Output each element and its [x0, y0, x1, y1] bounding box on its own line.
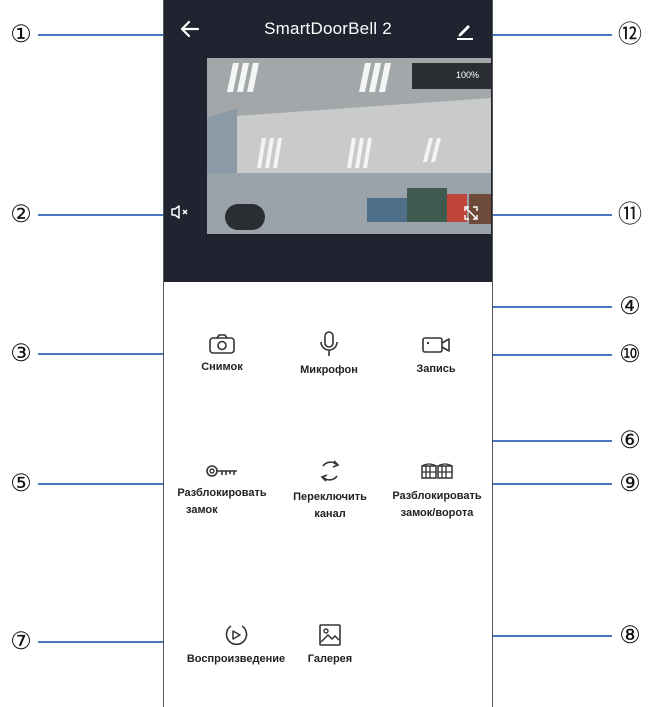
- key-icon: [206, 465, 237, 477]
- record-button[interactable]: Запись: [378, 335, 492, 378]
- callout-11: ⑪: [618, 200, 642, 228]
- gallery-label: Галерея: [307, 653, 353, 665]
- phone-screen: SmartDoorBell 2 100% Снимок Микрофон Зап…: [163, 0, 493, 707]
- callout-12: ⑫: [618, 20, 642, 48]
- callout-line-1: [38, 34, 178, 36]
- playback-button[interactable]: Воспроизведение: [172, 622, 300, 668]
- record-label: Запись: [416, 363, 456, 375]
- playback-label: Воспроизведение: [186, 653, 286, 665]
- callout-3: ③: [10, 339, 32, 367]
- playback-icon: [225, 625, 248, 646]
- gallery-icon: [319, 624, 341, 646]
- edit-icon[interactable]: [454, 19, 476, 41]
- unlock-gate-button[interactable]: Разблокировать замок/ворота: [380, 462, 492, 522]
- live-video-feed[interactable]: 100%: [207, 58, 491, 234]
- camera-icon: [209, 334, 235, 354]
- unlock-lock-label-2: замок: [186, 504, 218, 516]
- switch-channel-icon: [320, 460, 340, 482]
- unlock-gate-label: Разблокировать: [392, 490, 482, 502]
- gate-icon: [421, 463, 453, 479]
- callout-line-2: [38, 214, 163, 216]
- video-scene: [207, 58, 491, 234]
- speaker-mute-icon[interactable]: [170, 204, 190, 220]
- snapshot-label: Снимок: [201, 361, 243, 373]
- callout-4: ④: [619, 292, 641, 320]
- zoom-label: 100%: [455, 70, 479, 80]
- gallery-button[interactable]: Галерея: [290, 623, 370, 668]
- microphone-label: Микрофон: [300, 364, 358, 376]
- callout-line-12: [480, 34, 612, 36]
- microphone-icon: [320, 331, 338, 356]
- callout-6: ⑥: [619, 426, 641, 454]
- callout-line-11: [480, 214, 612, 216]
- callout-line-10: [482, 354, 612, 356]
- callout-10: ⑩: [619, 340, 641, 368]
- snapshot-button[interactable]: Снимок: [164, 333, 280, 376]
- page-title: SmartDoorBell 2: [264, 19, 392, 38]
- fullscreen-icon[interactable]: [464, 206, 478, 220]
- callout-8: ⑧: [619, 621, 641, 649]
- callout-5: ⑤: [10, 469, 32, 497]
- unlock-gate-label-2: замок/ворота: [400, 507, 474, 519]
- switch-channel-label: Переключить: [293, 491, 367, 503]
- switch-channel-button[interactable]: Переключить канал: [278, 458, 382, 523]
- callout-7: ⑦: [10, 627, 32, 655]
- switch-channel-label-2: канал: [314, 508, 346, 520]
- callout-9: ⑨: [619, 469, 641, 497]
- callout-line-9: [492, 483, 612, 485]
- unlock-lock-button[interactable]: Разблокировать замок: [164, 463, 280, 519]
- callout-2: ②: [10, 200, 32, 228]
- callout-1: ①: [10, 20, 32, 48]
- microphone-button[interactable]: Микрофон: [276, 330, 382, 379]
- video-camera-icon: [422, 337, 450, 353]
- title-bar: SmartDoorBell 2: [164, 0, 492, 58]
- unlock-lock-label: Разблокировать: [177, 487, 267, 499]
